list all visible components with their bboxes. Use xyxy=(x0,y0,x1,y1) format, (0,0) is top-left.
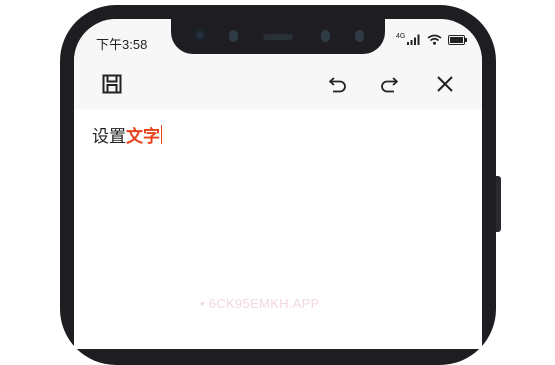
battery-icon xyxy=(448,34,468,45)
sensor-icon xyxy=(321,30,330,42)
signal-icon xyxy=(407,34,420,45)
editor-line: 设置 文字 xyxy=(92,122,162,147)
save-icon xyxy=(102,74,122,94)
editor-plain-text: 设置 xyxy=(92,127,126,147)
undo-button[interactable] xyxy=(326,72,350,96)
front-camera-icon xyxy=(193,28,207,42)
watermark-text: • 6CK95EMKH.APP xyxy=(200,296,320,311)
text-caret xyxy=(161,125,162,144)
sensor-icon xyxy=(229,30,238,42)
save-button[interactable] xyxy=(100,72,124,96)
editor-highlighted-text: 文字 xyxy=(126,127,160,147)
editor-toolbar xyxy=(74,63,482,109)
text-editor[interactable]: 设置 文字 xyxy=(74,109,482,349)
undo-icon xyxy=(329,77,346,93)
close-icon xyxy=(437,76,453,92)
earpiece-speaker xyxy=(263,34,293,40)
redo-button[interactable] xyxy=(377,72,401,96)
wifi-icon xyxy=(427,34,442,45)
phone-side-button xyxy=(496,176,501,232)
network-type-label: 4G xyxy=(396,33,406,40)
close-button[interactable] xyxy=(433,72,457,96)
redo-icon xyxy=(381,77,398,93)
phone-notch xyxy=(171,14,385,54)
status-icons: 4G xyxy=(396,33,468,45)
status-time: 下午3:58 xyxy=(96,37,148,52)
sensor-icon xyxy=(355,30,364,42)
